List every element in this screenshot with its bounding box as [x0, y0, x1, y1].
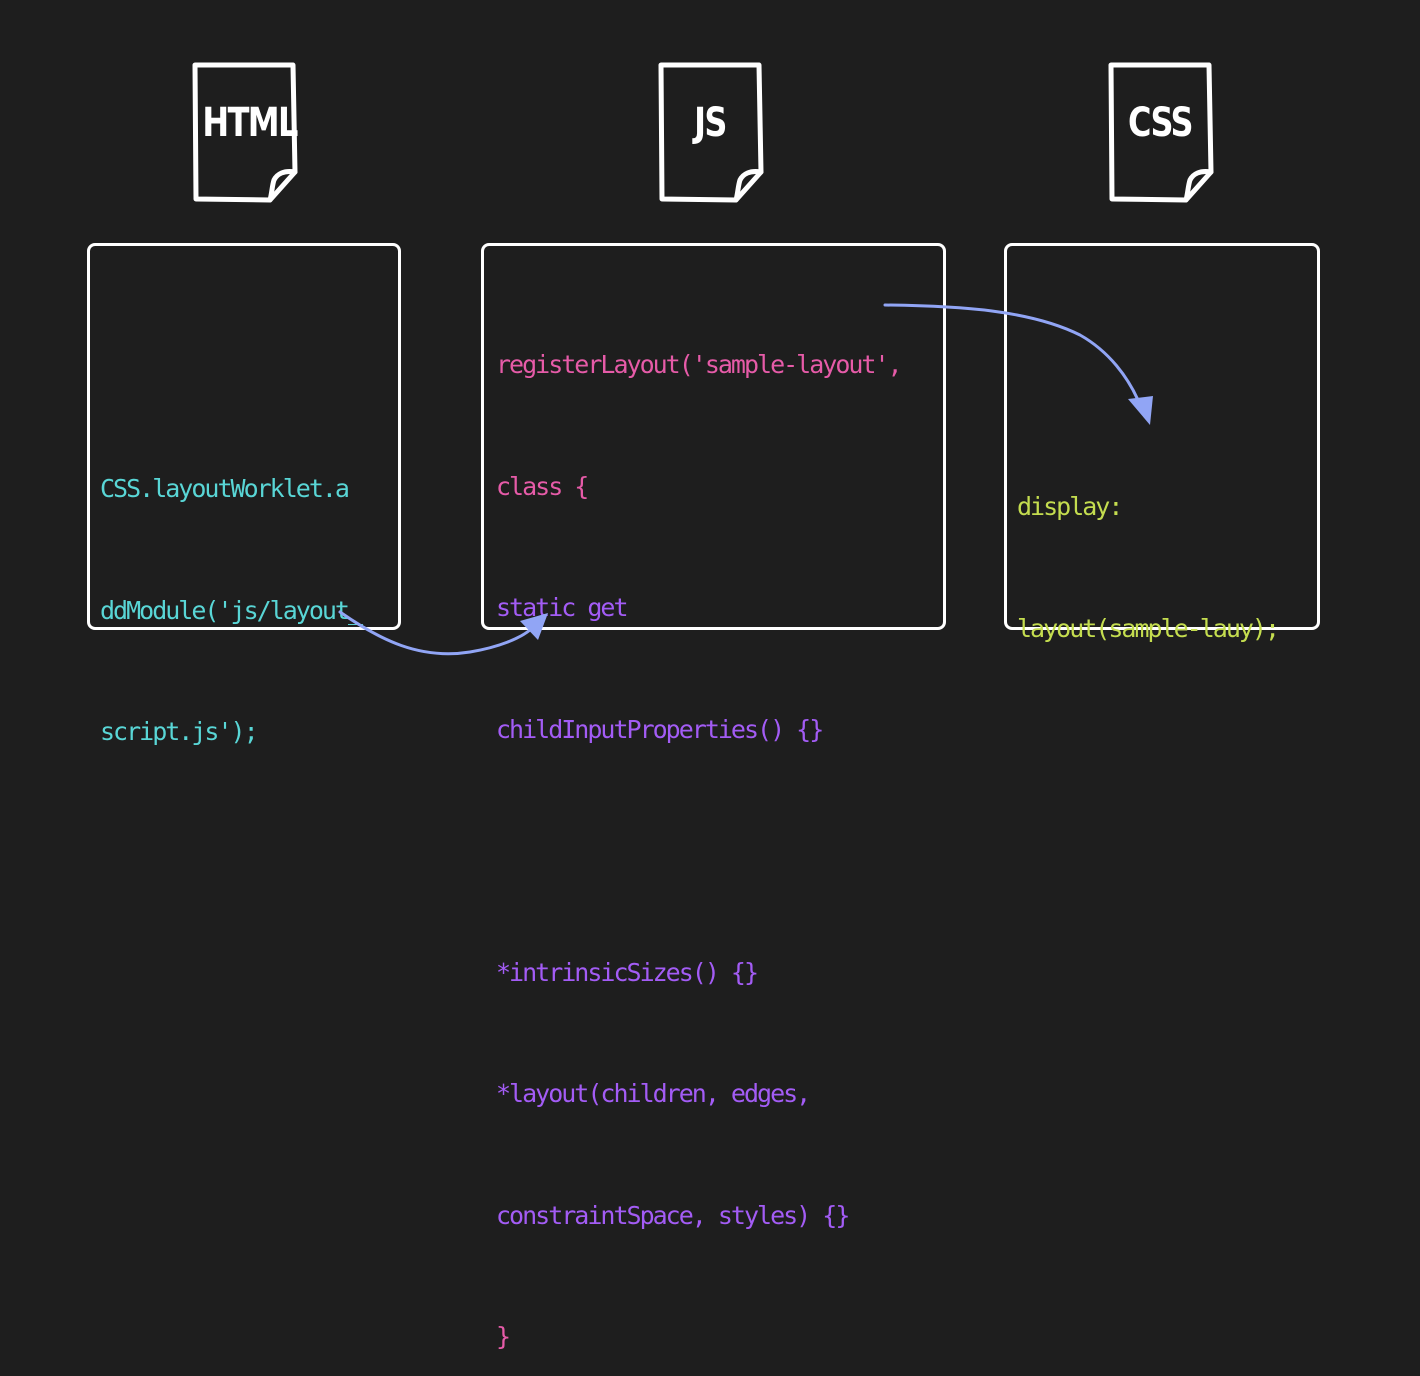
css-code-line: display:	[1017, 492, 1123, 521]
css-code: display: layout(sample-lauy);	[1017, 406, 1280, 690]
js-code-line: *layout(children, edges,	[496, 1079, 811, 1108]
js-code-line: registerLayout('sample-layout',	[496, 350, 903, 379]
html-code-line: CSS.layoutWorklet.a	[100, 474, 350, 503]
js-code: registerLayout('sample-layout', class { …	[496, 264, 903, 1376]
js-code-blank-line	[496, 831, 901, 872]
js-code-line: childInputProperties() {}	[496, 714, 824, 744]
js-code-line: }	[496, 1322, 511, 1351]
js-code-line: static get	[496, 593, 629, 622]
html-code: CSS.layoutWorklet.a ddModule('js/layout_…	[100, 388, 363, 793]
html-file-label: HTML	[202, 100, 298, 146]
html-code-line: script.js');	[100, 717, 259, 746]
html-code-line: ddModule('js/layout_	[100, 595, 363, 625]
js-file-icon: JS	[658, 62, 768, 204]
css-file-label: CSS	[1128, 100, 1194, 146]
js-file-label: JS	[694, 100, 727, 146]
js-code-line: class {	[496, 471, 589, 501]
html-file-icon: HTML	[192, 62, 302, 204]
css-file-icon: CSS	[1108, 62, 1218, 204]
js-code-line: *intrinsicSizes() {}	[496, 957, 759, 987]
css-code-line: layout(sample-lauy);	[1017, 613, 1280, 643]
js-code-line: constraintSpace, styles) {}	[496, 1200, 850, 1230]
